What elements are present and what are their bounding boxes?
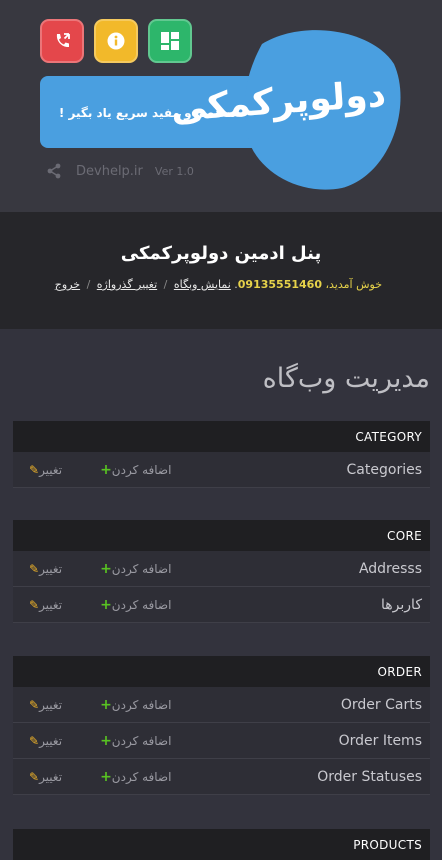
model-link[interactable]: Addresss [359, 561, 422, 577]
add-label: اضافه کردن [111, 697, 172, 712]
separator: / [86, 278, 91, 291]
pencil-icon: ✎ [29, 733, 40, 748]
change-label: تغییر [39, 697, 63, 712]
row-actions: ✎ تغییر + اضافه کردن [25, 597, 171, 613]
plus-icon: + [100, 696, 112, 713]
view-site-link[interactable]: نمایش وبگاه [174, 278, 231, 291]
table-row: ✎ تغییر + اضافه کردن Order Carts [13, 687, 430, 723]
add-link[interactable]: + اضافه کردن [94, 462, 171, 478]
add-link[interactable]: + اضافه کردن [94, 769, 171, 785]
plus-icon: + [100, 596, 112, 613]
grid-icon [161, 32, 179, 50]
admin-bar [0, 212, 442, 329]
model-link[interactable]: کاربرها [381, 597, 422, 613]
pencil-icon: ✎ [29, 697, 40, 712]
phone-icon [56, 33, 70, 48]
table-row: ✎ تغییر + اضافه کردن کاربرها [13, 587, 430, 623]
share-icon[interactable] [46, 163, 62, 179]
change-label: تغییر [39, 561, 63, 576]
page-title: مدیریت وب‌گاه [262, 363, 430, 394]
logout-link[interactable]: خروج [55, 278, 80, 291]
add-link[interactable]: + اضافه کردن [94, 697, 171, 713]
module-header[interactable]: ORDER [13, 656, 430, 687]
add-link[interactable]: + اضافه کردن [94, 597, 171, 613]
plus-icon: + [100, 461, 112, 478]
phone-button[interactable] [40, 19, 84, 63]
change-label: تغییر [39, 597, 63, 612]
pencil-icon: ✎ [29, 769, 40, 784]
change-link[interactable]: ✎ تغییر [25, 562, 62, 576]
module-header[interactable]: PRODUCTS [13, 829, 430, 860]
plus-icon: + [100, 732, 112, 749]
site-meta: Devhelp.ir Ver 1.0 [46, 160, 194, 182]
table-row: ✎ تغییر + اضافه کردن Order Statuses [13, 759, 430, 795]
welcome-text: خوش آمدید، [325, 278, 382, 291]
info-button[interactable] [94, 19, 138, 63]
add-link[interactable]: + اضافه کردن [94, 561, 171, 577]
table-row: ✎ تغییر + اضافه کردن Categories [13, 452, 430, 488]
change-link[interactable]: ✎ تغییر [25, 734, 62, 748]
row-actions: ✎ تغییر + اضافه کردن [25, 769, 171, 785]
change-label: تغییر [39, 769, 63, 784]
row-actions: ✎ تغییر + اضافه کردن [25, 733, 171, 749]
change-link[interactable]: ✎ تغییر [25, 770, 62, 784]
user-tools: خوش آمدید، 09135551460. نمایش وبگاه / تغ… [55, 278, 382, 291]
add-label: اضافه کردن [111, 561, 172, 576]
change-label: تغییر [39, 462, 63, 477]
change-label: تغییر [39, 733, 63, 748]
pencil-icon: ✎ [29, 561, 40, 576]
plus-icon: + [100, 560, 112, 577]
change-link[interactable]: ✎ تغییر [25, 463, 62, 477]
add-label: اضافه کردن [111, 462, 172, 477]
add-label: اضافه کردن [111, 597, 172, 612]
site-name: Devhelp.ir [76, 163, 143, 179]
version-label: Ver 1.0 [154, 164, 194, 178]
brand-title: دولوپرکمکی [169, 73, 388, 130]
model-link[interactable]: Order Items [339, 733, 422, 749]
row-actions: ✎ تغییر + اضافه کردن [25, 462, 171, 478]
separator: / [163, 278, 168, 291]
module-products: PRODUCTS [13, 829, 430, 860]
module-header[interactable]: CATEGORY [13, 421, 430, 452]
pencil-icon: ✎ [29, 462, 40, 477]
module-category: CATEGORY ✎ تغییر + اضافه کردن Categories [13, 421, 430, 488]
model-link[interactable]: Order Carts [341, 697, 422, 713]
change-link[interactable]: ✎ تغییر [25, 598, 62, 612]
table-row: ✎ تغییر + اضافه کردن Order Items [13, 723, 430, 759]
add-label: اضافه کردن [111, 733, 172, 748]
model-link[interactable]: Order Statuses [317, 769, 422, 785]
username: 09135551460 [237, 278, 322, 291]
dashboard-button[interactable] [148, 19, 192, 63]
model-link[interactable]: Categories [347, 462, 422, 478]
module-order: ORDER ✎ تغییر + اضافه کردن Order Carts ✎ تغ… [13, 656, 430, 795]
add-label: اضافه کردن [111, 769, 172, 784]
change-password-link[interactable]: تغییر گذرواژه [97, 278, 157, 291]
row-actions: ✎ تغییر + اضافه کردن [25, 697, 171, 713]
row-actions: ✎ تغییر + اضافه کردن [25, 561, 171, 577]
add-link[interactable]: + اضافه کردن [94, 733, 171, 749]
admin-title: پنل ادمین دولوپرکمکی [120, 243, 322, 264]
change-link[interactable]: ✎ تغییر [25, 698, 62, 712]
info-icon [107, 32, 125, 50]
module-core: CORE ✎ تغییر + اضافه کردن Addresss ✎ تغییر … [13, 520, 430, 623]
module-header[interactable]: CORE [13, 520, 430, 551]
pencil-icon: ✎ [29, 597, 40, 612]
plus-icon: + [100, 768, 112, 785]
table-row: ✎ تغییر + اضافه کردن Addresss [13, 551, 430, 587]
